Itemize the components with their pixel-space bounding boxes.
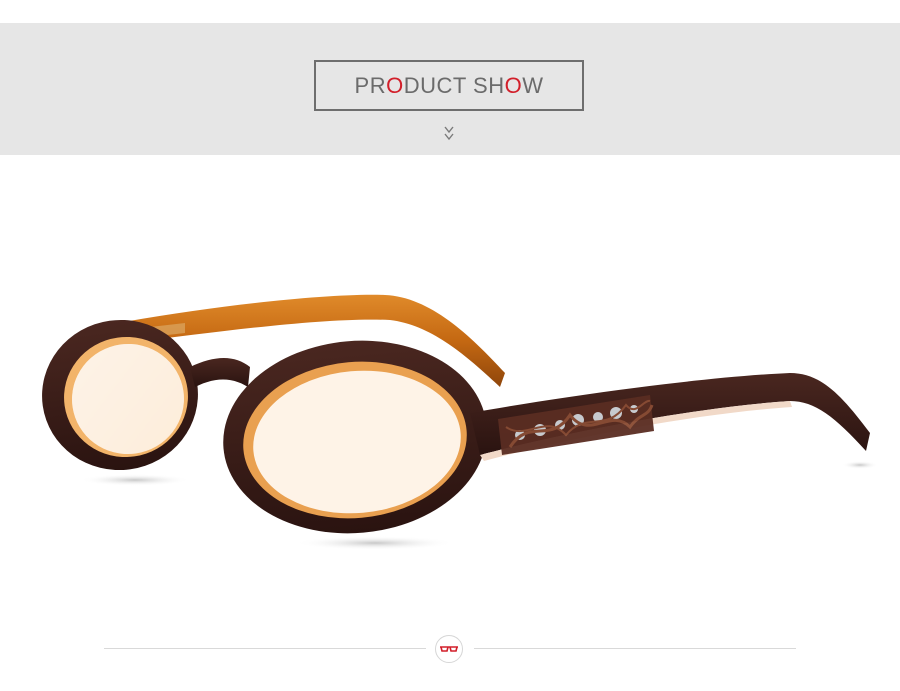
divider-line-right [474,648,796,649]
eyeglasses-photo [42,294,878,550]
footer-logo-badge [435,635,463,663]
header-band: PRODUCT SHOW [0,23,900,155]
title-part: W [522,72,544,98]
glasses-logo-icon [440,646,458,652]
section-title: PRODUCT SHOW [355,73,544,99]
title-part: PR [354,72,387,98]
divider-line-left [104,648,426,649]
product-show-section: PRODUCT SHOW [0,0,900,691]
footer-divider [0,628,900,668]
title-part-accent: O [504,72,523,98]
title-box: PRODUCT SHOW [314,60,584,111]
title-part-accent: O [386,72,404,98]
title-part: DUCT SH [403,72,505,98]
double-chevron-down-icon [444,126,454,141]
